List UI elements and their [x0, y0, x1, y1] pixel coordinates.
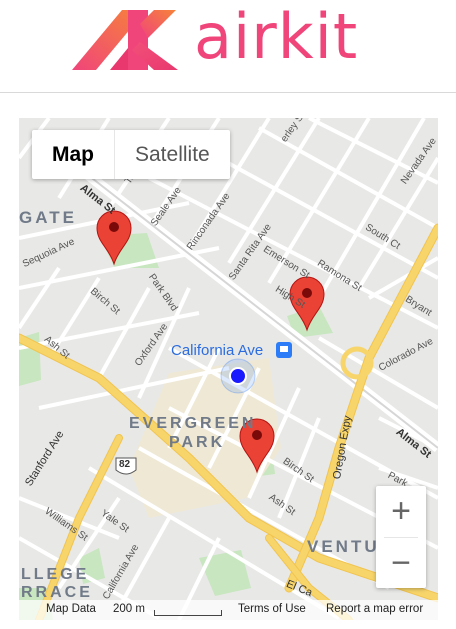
map-type-satellite-button[interactable]: Satellite: [115, 130, 230, 179]
app-header: airkit: [0, 0, 456, 92]
place-label-evergreen: EVERGREEN: [129, 415, 257, 432]
zoom-control: + −: [376, 486, 426, 588]
place-label-college-1: LLEGE: [21, 566, 90, 583]
place-label-station[interactable]: California Ave: [171, 342, 263, 359]
map-type-map-button[interactable]: Map: [32, 130, 114, 179]
map-data-link[interactable]: Map Data: [46, 603, 96, 615]
map-attribution-bar: Map Data 200 m Terms of Use Report a map…: [19, 600, 438, 620]
map-view[interactable]: GATE California Ave EVERGREEN PARK VENTU…: [19, 118, 438, 620]
brand-name: airkit: [194, 0, 359, 73]
route-82-label: 82: [119, 459, 131, 470]
place-label-venture: VENTU: [307, 537, 380, 556]
airkit-logo-mark-icon: [72, 10, 178, 70]
map-type-control: Map Satellite: [32, 130, 230, 179]
zoom-out-button[interactable]: −: [376, 538, 426, 588]
header-divider: [0, 92, 456, 93]
zoom-in-button[interactable]: +: [376, 486, 426, 536]
place-label-gate: GATE: [19, 208, 77, 227]
airkit-logo[interactable]: airkit: [70, 0, 400, 78]
terms-of-use-link[interactable]: Terms of Use: [238, 603, 306, 615]
scale-label[interactable]: 200 m: [113, 603, 145, 615]
current-location-icon: [220, 358, 256, 394]
scale-bar: [154, 610, 222, 616]
station-icon: [276, 342, 292, 358]
place-label-park: PARK: [169, 434, 226, 451]
report-map-error-link[interactable]: Report a map error: [326, 603, 423, 615]
